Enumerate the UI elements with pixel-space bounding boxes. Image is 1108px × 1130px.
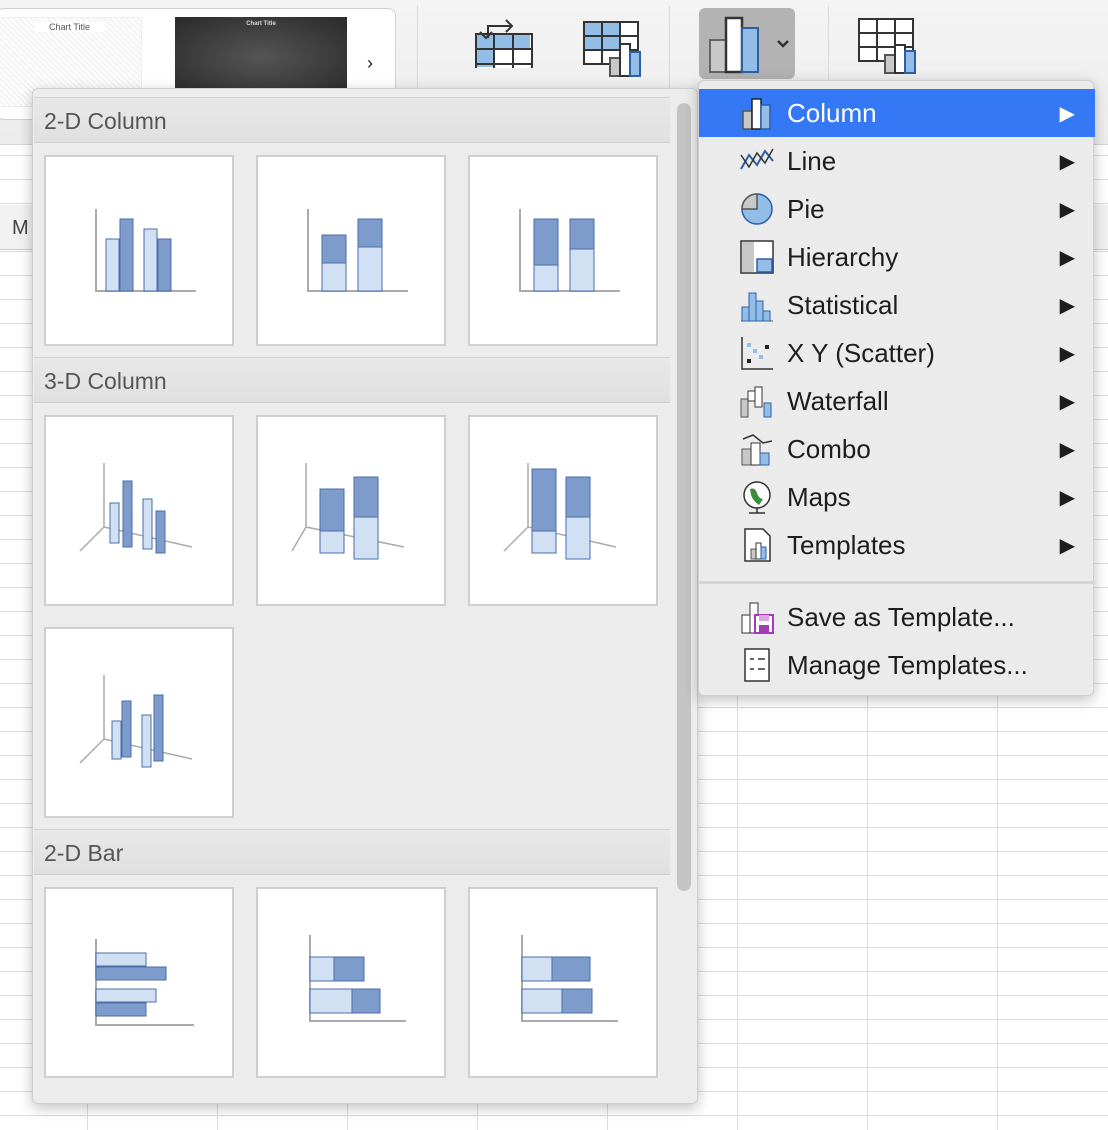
section-header: 2-D Column [34, 97, 670, 143]
submenu-arrow-icon: ▶ [1059, 438, 1075, 461]
3d-clustered-column-tile[interactable] [44, 415, 234, 606]
submenu-arrow-icon: ▶ [1059, 342, 1075, 365]
select-data-icon [583, 21, 641, 77]
menu-item-column[interactable]: Column ▶ [699, 89, 1095, 137]
3d-column-tile[interactable] [44, 627, 234, 818]
100-stacked-column-tile[interactable] [468, 155, 658, 346]
chevron-right-icon[interactable]: › [367, 53, 373, 74]
manage-templates-item[interactable]: Manage Templates... [699, 641, 1095, 689]
section-header: 2-D Bar [34, 829, 670, 875]
menu-item-templates[interactable]: Templates ▶ [699, 521, 1095, 569]
3d-100-stacked-column-icon [503, 463, 617, 560]
save-as-template-item[interactable]: Save as Template... [699, 593, 1095, 641]
stacked-bar-icon [309, 935, 406, 1022]
100-stacked-bar-tile[interactable] [468, 887, 658, 1078]
clustered-bar-icon [95, 939, 194, 1026]
map-chart-icon [743, 481, 771, 514]
submenu-arrow-icon: ▶ [1059, 102, 1075, 125]
line-chart-icon [740, 148, 774, 170]
section-header: 3-D Column [34, 357, 670, 403]
switch-row-column-button[interactable] [472, 12, 534, 79]
column-header[interactable]: M [12, 217, 29, 240]
chevron-down-icon [777, 40, 789, 48]
clustered-bar-tile[interactable] [44, 887, 234, 1078]
3d-clustered-column-icon [79, 463, 193, 554]
statistical-chart-icon [741, 292, 773, 322]
3d-stacked-column-icon [291, 463, 405, 560]
submenu-arrow-icon: ▶ [1059, 198, 1075, 221]
select-data-button[interactable] [582, 20, 646, 83]
scatter-chart-icon [741, 337, 773, 370]
submenu-arrow-icon: ▶ [1059, 486, 1075, 509]
combo-chart-icon [741, 434, 773, 466]
gallery-scrollbar[interactable] [677, 103, 691, 891]
chart-type-gallery: 2-D Column 3-D Column 2-D Bar [32, 88, 698, 1104]
move-chart-icon [858, 18, 916, 74]
change-chart-type-icon [709, 16, 789, 74]
100-stacked-column-icon [519, 209, 620, 292]
menu-item-hierarchy[interactable]: Hierarchy ▶ [699, 233, 1095, 281]
menu-item-combo[interactable]: Combo ▶ [699, 425, 1095, 473]
menu-item-waterfall[interactable]: Waterfall ▶ [699, 377, 1095, 425]
menu-item-line[interactable]: Line ▶ [699, 137, 1095, 185]
manage-templates-icon [744, 648, 770, 682]
clustered-column-tile[interactable] [44, 155, 234, 346]
submenu-arrow-icon: ▶ [1059, 246, 1075, 269]
3d-stacked-column-tile[interactable] [256, 415, 446, 606]
stacked-column-tile[interactable] [256, 155, 446, 346]
3d-100-stacked-column-tile[interactable] [468, 415, 658, 606]
3d-column-icon [79, 675, 193, 768]
clustered-column-icon [95, 209, 196, 292]
chart-style-thumb-dark[interactable]: Chart Title [175, 17, 347, 97]
submenu-arrow-icon: ▶ [1059, 534, 1075, 557]
menu-item-statistical[interactable]: Statistical ▶ [699, 281, 1095, 329]
pie-chart-icon [741, 193, 773, 225]
menu-item-scatter[interactable]: X Y (Scatter) ▶ [699, 329, 1095, 377]
thumb-chart-title: Chart Title [34, 22, 105, 32]
move-chart-button[interactable] [857, 17, 921, 82]
column-chart-icon [742, 98, 771, 130]
chart-type-menu: Column ▶ Line ▶ Pie ▶ Hierarchy ▶ Statistica… [698, 80, 1095, 696]
save-template-icon [741, 602, 774, 634]
menu-item-maps[interactable]: Maps ▶ [699, 473, 1095, 521]
menu-item-pie[interactable]: Pie ▶ [699, 185, 1095, 233]
submenu-arrow-icon: ▶ [1059, 294, 1075, 317]
stacked-column-icon [307, 209, 408, 292]
submenu-arrow-icon: ▶ [1059, 150, 1075, 173]
templates-icon [744, 528, 771, 562]
menu-separator [699, 581, 1095, 584]
waterfall-chart-icon [740, 386, 772, 418]
change-chart-type-button[interactable] [699, 8, 795, 79]
stacked-bar-tile[interactable] [256, 887, 446, 1078]
hierarchy-chart-icon [740, 240, 774, 274]
submenu-arrow-icon: ▶ [1059, 390, 1075, 413]
100-stacked-bar-icon [521, 935, 618, 1022]
switch-row-column-icon [475, 19, 533, 79]
